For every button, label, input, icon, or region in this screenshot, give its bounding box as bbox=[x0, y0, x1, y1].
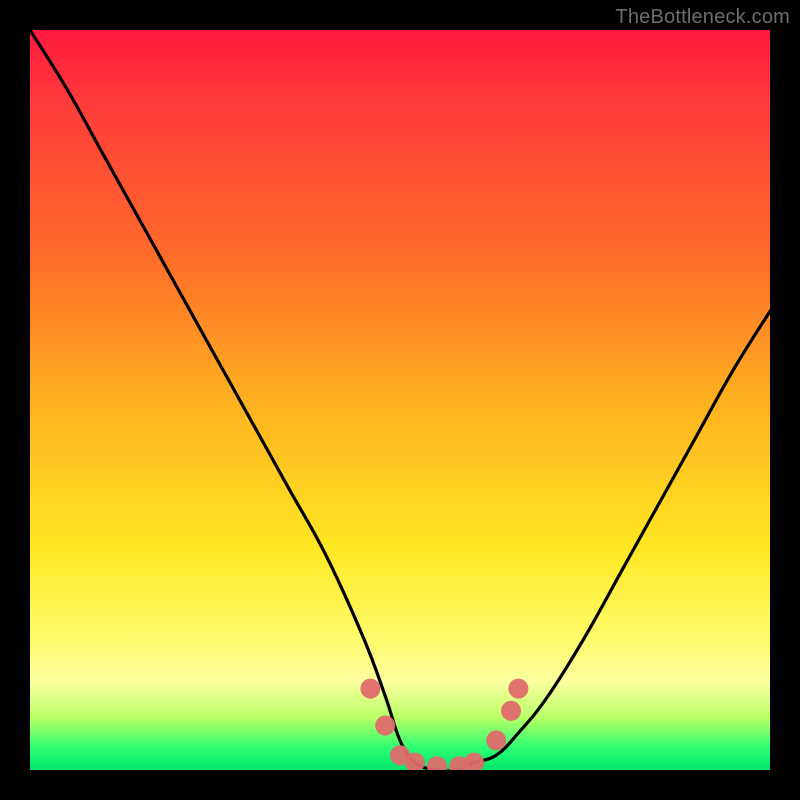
curve-marker bbox=[375, 716, 395, 736]
marker-group bbox=[360, 679, 528, 770]
curve-marker bbox=[501, 701, 521, 721]
chart-svg bbox=[30, 30, 770, 770]
curve-marker bbox=[427, 756, 447, 770]
attribution-text: TheBottleneck.com bbox=[615, 6, 790, 29]
chart-frame: TheBottleneck.com bbox=[0, 0, 800, 800]
curve-marker bbox=[486, 730, 506, 750]
curve-group bbox=[30, 30, 770, 770]
plot-area bbox=[30, 30, 770, 770]
curve-marker bbox=[508, 679, 528, 699]
curve-marker bbox=[464, 753, 484, 770]
curve-marker bbox=[360, 679, 380, 699]
bottleneck-curve bbox=[30, 30, 770, 770]
